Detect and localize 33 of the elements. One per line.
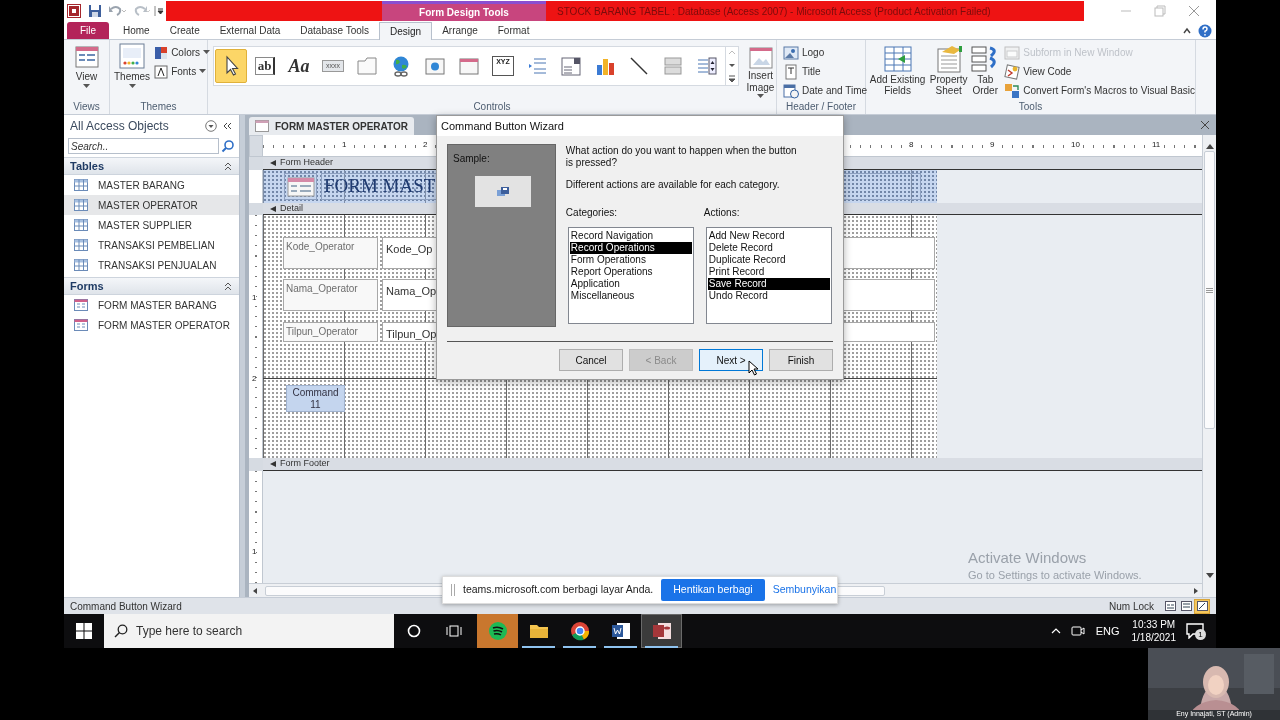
ruler-number: 9 (989, 140, 996, 150)
group-label: Views (72, 100, 101, 114)
question-text: What action do you want to happen when the button is pressed? (565, 145, 798, 169)
group-label: Tools (1017, 100, 1044, 114)
ruler-number: 2 (422, 140, 429, 150)
hint-text: Different actions are available for each category. (565, 179, 781, 191)
context-tab-header: Form Design Tools (382, 1, 546, 21)
group-label: Header / Footer (784, 100, 857, 114)
list-label: Actions: (703, 206, 741, 220)
window-title: STOCK BARANG TABEL : Database (Access 2007) - Microsoft Access (Product Activation Failed) (557, 4, 991, 19)
ruler-number: 10 (1070, 140, 1081, 150)
activation-text: Go to Settings to activate Windows. (968, 568, 1142, 582)
group-label: Controls (472, 100, 512, 114)
field-label: Nama_Operator (283, 279, 378, 311)
notification-badge: 1 (1195, 629, 1206, 640)
sample-label: Sample: (452, 152, 491, 166)
field-label: Kode_Operator (283, 237, 378, 269)
share-message: teams.microsoft.com berbagi layar Anda. (463, 582, 654, 598)
list-label: Categories: (565, 206, 618, 220)
ruler-number: 11 (1151, 140, 1162, 150)
ruler-number: 8 (908, 140, 915, 150)
group-label: Themes (139, 100, 178, 114)
activation-title: Activate Windows (968, 549, 1088, 567)
ruler-number: 1 (252, 547, 257, 556)
dialog-title: Command Button Wizard (437, 116, 843, 136)
ruler-number: 1 (341, 140, 348, 150)
command-button-control: Command 11 (286, 385, 345, 412)
field-label: Tilpun_Operator (283, 322, 378, 342)
status-text: Command Button Wizard (70, 599, 183, 614)
nav-pane-title: All Access Objects (70, 118, 170, 135)
num-lock-indicator: Num Lock (1109, 599, 1154, 614)
ruler-number: 1 (252, 293, 257, 302)
ruler-number: 2 (252, 374, 257, 383)
